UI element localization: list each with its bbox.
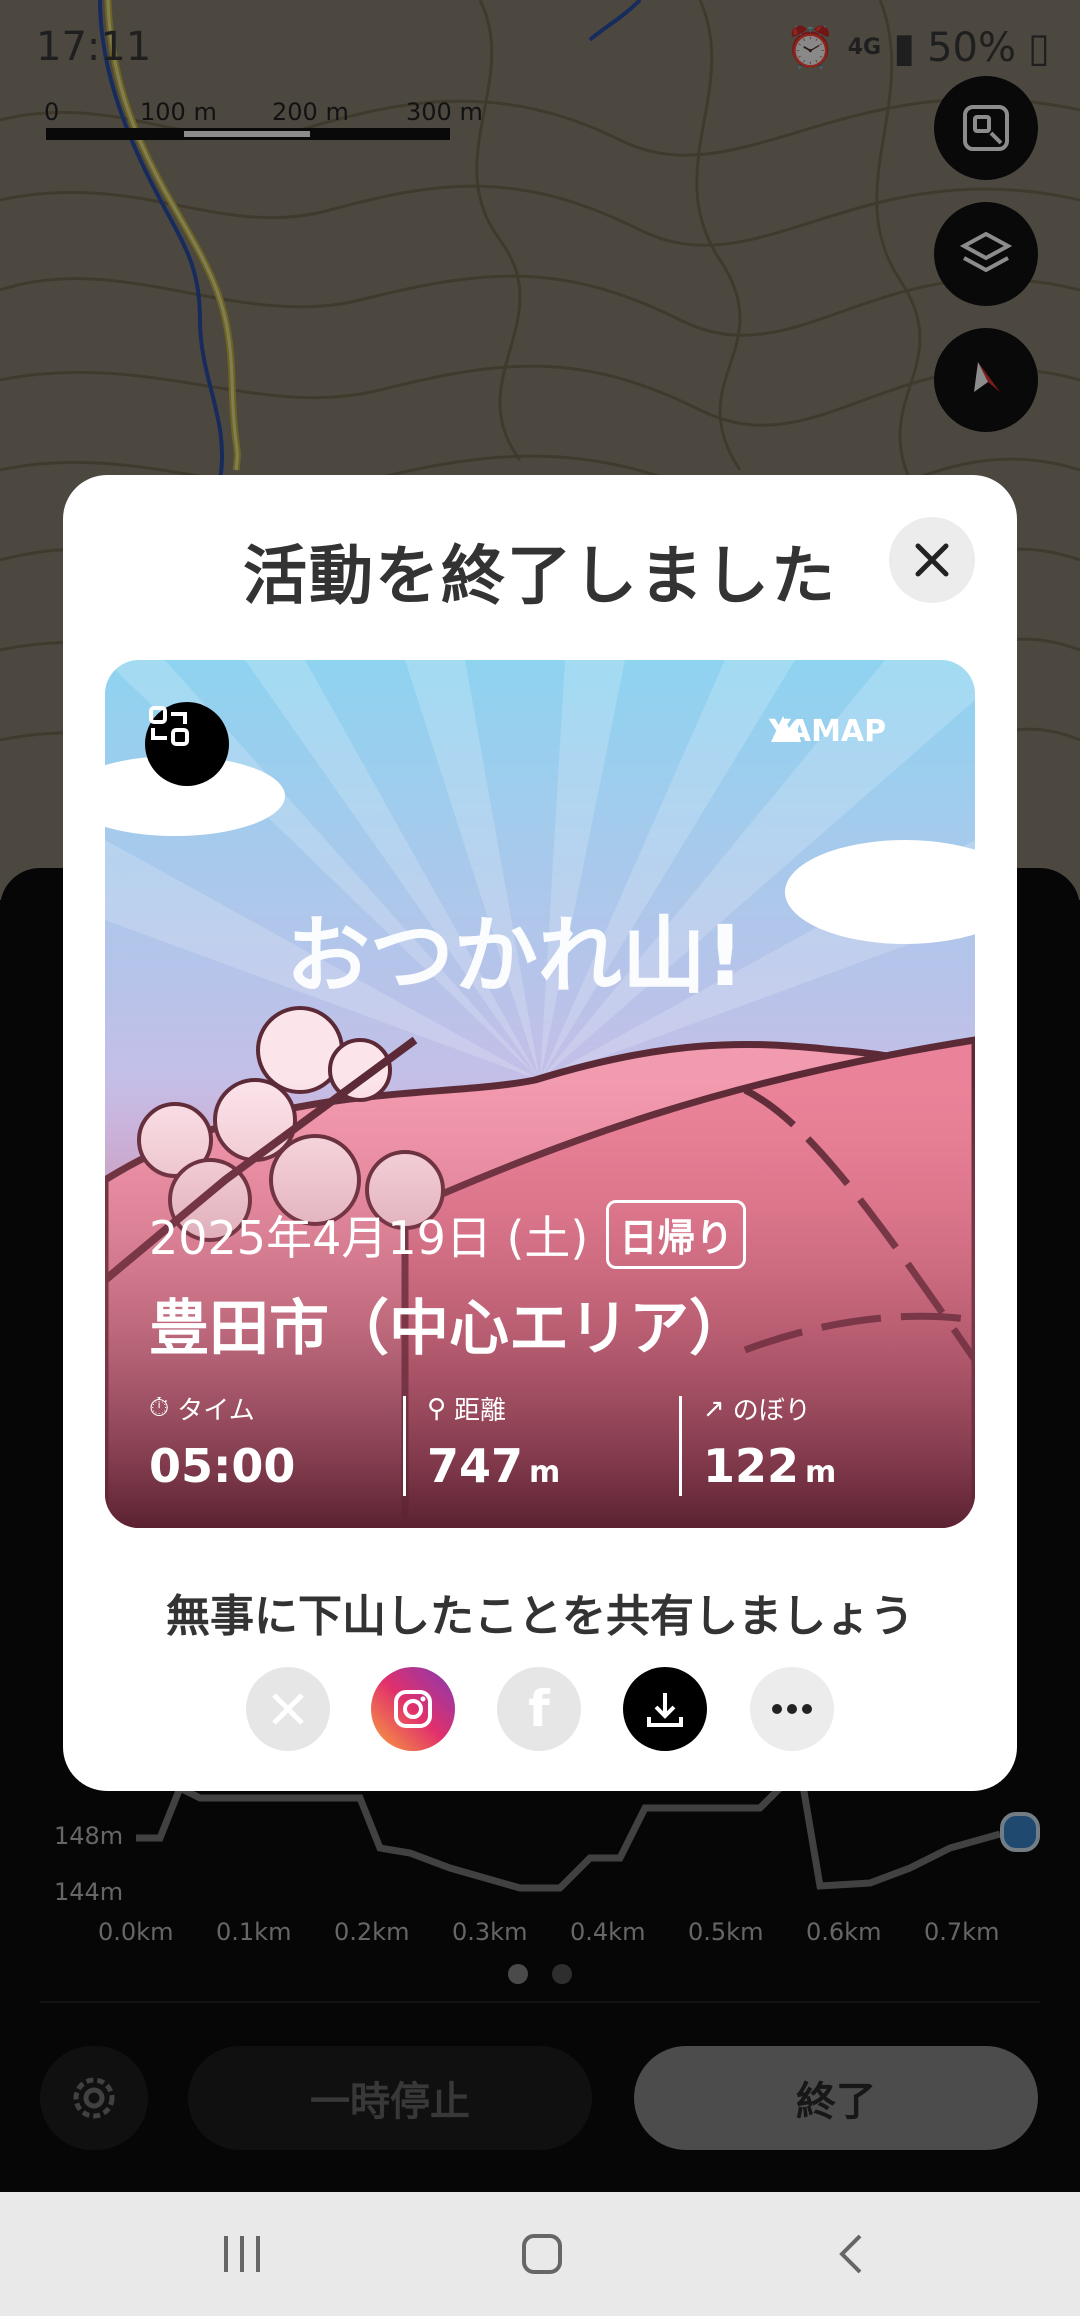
yamap-mountain-icon [771, 716, 801, 742]
stat-unit: m [805, 1455, 837, 1490]
close-button[interactable] [889, 517, 975, 603]
share-facebook-button[interactable]: f [497, 1667, 581, 1751]
stat-ascent: ↗ のぼり 122 m [703, 1390, 837, 1494]
back-button[interactable] [830, 2232, 874, 2280]
timer-icon: ⏱ [149, 1393, 170, 1423]
yamap-logo: YAMAP [769, 714, 886, 749]
divider [679, 1396, 682, 1496]
ascent-icon: ↗ [703, 1393, 725, 1424]
facebook-icon: f [528, 1680, 550, 1738]
divider [403, 1396, 406, 1496]
activity-date: 2025年4月19日 (土) [149, 1210, 589, 1265]
system-nav-bar [0, 2192, 1080, 2316]
recent-apps-icon [224, 2236, 260, 2272]
x-icon [272, 1693, 304, 1725]
route-icon: ⚲ [427, 1393, 447, 1424]
home-icon [522, 2234, 562, 2274]
stat-time: ⏱ タイム 05:00 [149, 1390, 295, 1493]
switch-design-button[interactable] [145, 702, 229, 786]
stat-label: のぼり [732, 1396, 811, 1426]
activity-complete-dialog: 活動を終了しました おつかれ山! YAMAP 2025年4月19日 (土) 日帰… [63, 475, 1017, 1791]
stat-value: 747 [427, 1439, 524, 1493]
download-button[interactable] [623, 1667, 707, 1751]
stat-label: 距離 [454, 1396, 507, 1426]
more-share-button[interactable] [750, 1667, 834, 1751]
share-x-button[interactable] [246, 1667, 330, 1751]
recent-apps-button[interactable] [220, 2232, 264, 2280]
place-name: 豊田市（中心エリア） [149, 1294, 749, 1364]
summary-card: おつかれ山! YAMAP 2025年4月19日 (土) 日帰り 豊田市（中心エリ… [105, 660, 975, 1528]
home-button[interactable] [520, 2232, 564, 2280]
trip-type-badge: 日帰り [606, 1200, 747, 1269]
stat-value: 122 [703, 1439, 800, 1493]
headline-text: おつかれ山! [286, 907, 744, 1005]
stat-distance: ⚲ 距離 747 m [427, 1390, 561, 1494]
dialog-title: 活動を終了しました [243, 540, 837, 614]
stat-unit: m [529, 1455, 561, 1490]
stat-label: タイム [177, 1396, 255, 1426]
activity-date-row: 2025年4月19日 (土) 日帰り [149, 1200, 747, 1269]
share-prompt: 無事に下山したことを共有しましょう [166, 1591, 914, 1642]
close-icon [915, 543, 949, 577]
stat-value: 05:00 [149, 1439, 296, 1493]
share-instagram-button[interactable] [371, 1667, 455, 1751]
swap-icon [149, 706, 189, 746]
more-icon [772, 1704, 812, 1714]
instagram-icon [394, 1690, 432, 1728]
back-icon [839, 2234, 862, 2274]
download-icon [647, 1693, 683, 1727]
